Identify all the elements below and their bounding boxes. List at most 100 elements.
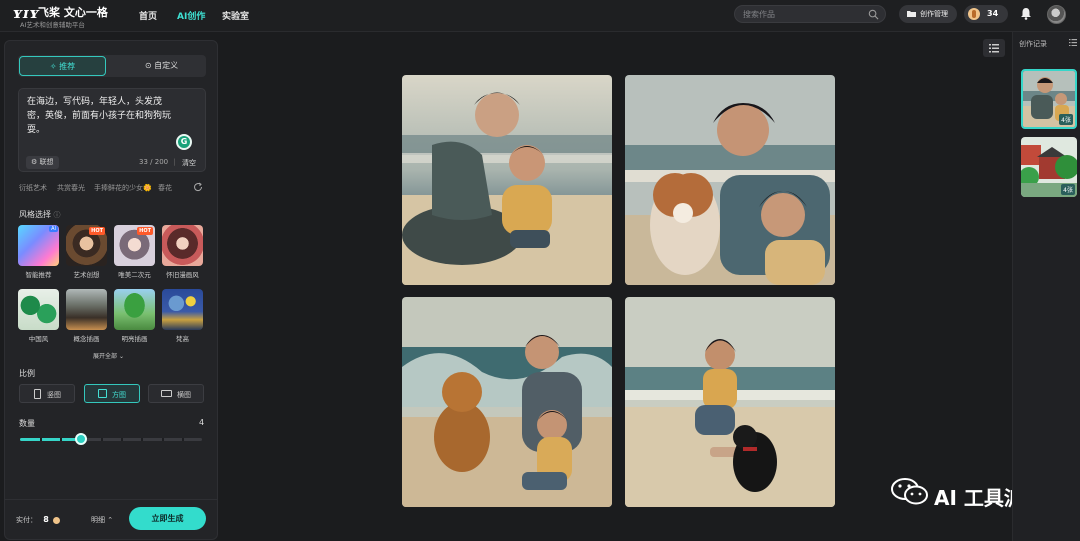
style-thumb xyxy=(18,289,59,330)
style-card-bright[interactable]: 明亮插画 xyxy=(114,289,155,343)
history-count: 4张 xyxy=(1061,184,1075,195)
slider-tick xyxy=(101,438,103,441)
style-card-smart[interactable]: AI 智能推荐 xyxy=(18,225,59,279)
suggestion-item[interactable]: 春花 xyxy=(158,183,172,193)
history-item[interactable]: 4张 xyxy=(1021,69,1077,129)
history-item[interactable]: 4张 xyxy=(1021,137,1077,197)
nav-lab[interactable]: 实验室 xyxy=(222,9,249,22)
list-icon xyxy=(989,44,999,53)
manage-button[interactable]: 创作管理 xyxy=(899,5,957,23)
ratio-portrait-label: 竖图 xyxy=(47,391,61,399)
search-input[interactable] xyxy=(743,8,863,21)
search-icon[interactable] xyxy=(868,9,879,20)
list-view-button[interactable] xyxy=(983,39,1005,57)
style-thumb xyxy=(162,289,203,330)
style-name: 梵高 xyxy=(176,335,189,343)
style-label: 风格选择 xyxy=(19,210,51,219)
watermark-text: AI 工具派 xyxy=(934,486,1024,510)
generated-image-art xyxy=(402,297,612,507)
style-section-label: 风格选择 ⓘ xyxy=(19,209,61,220)
divider: | xyxy=(173,158,176,166)
credits-count: 34 xyxy=(987,9,999,18)
generated-image-1[interactable] xyxy=(402,75,612,285)
ratio-landscape-button[interactable]: 横图 xyxy=(148,384,204,403)
logo[interactable]: ʏɪʏ 飞桨 文心一格 AI艺术和创意辅助平台 xyxy=(12,3,122,29)
style-card-van-gogh[interactable]: 梵高 xyxy=(162,289,203,343)
tab-custom[interactable]: ⊙ 自定义 xyxy=(118,56,205,76)
manage-label: 创作管理 xyxy=(920,10,948,18)
clear-button[interactable]: 清空 xyxy=(182,158,196,168)
quantity-value: 4 xyxy=(199,418,205,427)
list-icon[interactable] xyxy=(1069,39,1077,46)
slider-tick xyxy=(182,438,184,441)
generated-image-4[interactable] xyxy=(625,297,835,507)
slider-fill xyxy=(20,438,81,441)
prompt-suggestions: 衍纸艺术 共赏春光 手捧鲜花的少女🌼 春花 xyxy=(19,183,207,195)
quantity-slider[interactable] xyxy=(20,433,202,445)
suggestion-item[interactable]: 手捧鲜花的少女🌼 xyxy=(94,183,152,193)
style-thumb: HOT xyxy=(66,225,107,266)
nav-ai-create[interactable]: AI创作 xyxy=(177,9,205,22)
ratio-square-button[interactable]: 方图 xyxy=(84,384,140,403)
style-thumb xyxy=(114,289,155,330)
info-icon[interactable]: ⓘ xyxy=(54,211,61,219)
detail-button[interactable]: 明细 ⌃ xyxy=(91,515,113,525)
history-title: 创作记录 xyxy=(1019,40,1047,48)
prompt-input[interactable]: 在海边，写代码，年轻人，头发茂密，英俊，前面有小孩子在和狗狗玩耍。 G ⚙ 联想… xyxy=(18,88,206,172)
expand-all-button[interactable]: 展开全部 ⌄ xyxy=(93,351,124,360)
logo-subtitle: AI艺术和创意辅助平台 xyxy=(20,21,85,29)
associate-button[interactable]: ⚙ 联想 xyxy=(26,156,59,169)
style-card-retro-comic[interactable]: 怀旧漫画风 xyxy=(162,225,203,279)
suggestion-item[interactable]: 衍纸艺术 xyxy=(19,183,47,193)
tab-recommend[interactable]: ✧ 推荐 xyxy=(19,56,106,76)
chevron-up-icon: ⌃ xyxy=(107,516,114,524)
style-card-chinese[interactable]: 中国风 xyxy=(18,289,59,343)
avatar[interactable] xyxy=(1047,5,1066,24)
prompt-text[interactable]: 在海边，写代码，年轻人，头发茂密，英俊，前面有小孩子在和狗狗玩耍。 xyxy=(27,95,177,137)
slider-tick xyxy=(60,438,62,441)
coin-icon xyxy=(53,516,61,524)
style-name: 唯美二次元 xyxy=(118,271,151,279)
slider-handle[interactable] xyxy=(75,433,87,445)
portrait-icon xyxy=(34,389,41,399)
char-count: 33 / 200 | xyxy=(139,158,179,166)
ratio-square-label: 方图 xyxy=(112,391,126,399)
style-name: 怀旧漫画风 xyxy=(166,271,199,279)
style-thumb xyxy=(162,225,203,266)
grammar-icon[interactable]: G xyxy=(176,134,192,150)
history-panel: 创作记录 4张 4张 xyxy=(1012,32,1080,541)
style-thumb: AI xyxy=(18,225,59,266)
sparkle-icon: ✧ xyxy=(49,62,57,71)
expand-label: 展开全部 xyxy=(93,353,118,360)
suggestion-item[interactable]: 共赏春光 xyxy=(57,183,85,193)
generated-image-art xyxy=(625,75,835,285)
ratio-label: 比例 xyxy=(19,369,35,378)
bell-icon[interactable] xyxy=(1020,7,1032,20)
style-name: 明亮插画 xyxy=(121,335,148,343)
hot-badge: HOT xyxy=(89,227,105,235)
payment-summary: 实付： 8 xyxy=(16,515,61,525)
style-name: 中国风 xyxy=(28,335,49,343)
coin-icon xyxy=(968,8,980,20)
style-card-anime[interactable]: HOT 唯美二次元 xyxy=(114,225,155,279)
style-card-concept[interactable]: 概念插画 xyxy=(66,289,107,343)
divider xyxy=(5,499,217,500)
style-name: 智能推荐 xyxy=(25,271,52,279)
generated-image-3[interactable] xyxy=(402,297,612,507)
char-count-max: 200 xyxy=(154,158,169,166)
slider-tick xyxy=(141,438,143,441)
style-card-art[interactable]: HOT 艺术创想 xyxy=(66,225,107,279)
square-icon xyxy=(98,389,107,398)
generated-image-art xyxy=(402,75,612,285)
refresh-icon[interactable] xyxy=(193,182,203,192)
tab-custom-label: 自定义 xyxy=(154,61,179,70)
nav-home[interactable]: 首页 xyxy=(139,9,157,22)
generate-button[interactable]: 立即生成 xyxy=(129,507,206,530)
generated-image-2[interactable] xyxy=(625,75,835,285)
style-thumb xyxy=(66,289,107,330)
ratio-portrait-button[interactable]: 竖图 xyxy=(19,384,75,403)
slider-tick xyxy=(121,438,123,441)
credits-badge[interactable]: 34 xyxy=(964,5,1008,23)
style-name: 艺术创想 xyxy=(73,271,100,279)
logo-name: 飞桨 文心一格 xyxy=(38,6,108,19)
